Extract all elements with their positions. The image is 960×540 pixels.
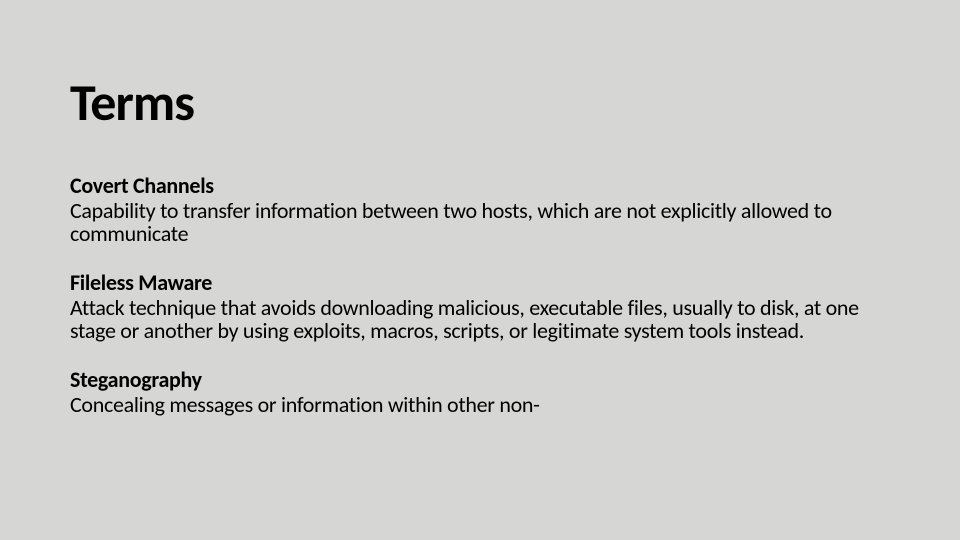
term-block: Covert Channels Capability to transfer i… — [70, 172, 890, 245]
term-name: Steganography — [70, 366, 890, 393]
term-block: Fileless Maware Attack technique that av… — [70, 269, 890, 342]
term-definition: Concealing messages or information withi… — [70, 393, 890, 416]
term-definition: Attack technique that avoids downloading… — [70, 296, 890, 342]
term-block: Steganography Concealing messages or inf… — [70, 366, 890, 416]
term-name: Covert Channels — [70, 172, 890, 199]
term-definition: Capability to transfer information betwe… — [70, 199, 890, 245]
page-title: Terms — [70, 70, 890, 134]
slide: Terms Covert Channels Capability to tran… — [0, 0, 960, 540]
term-name: Fileless Maware — [70, 269, 890, 296]
